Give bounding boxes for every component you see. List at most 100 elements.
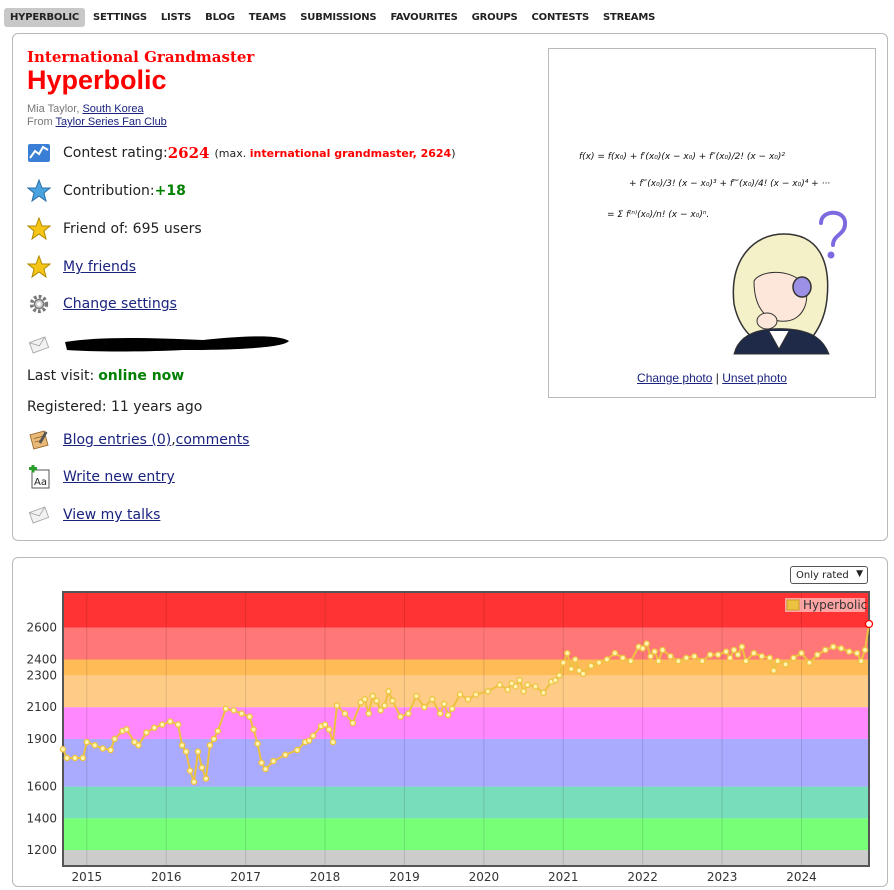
data-point xyxy=(182,748,190,755)
data-point xyxy=(325,726,333,733)
avatar-image: f(x) = f(x₀) + f′(x₀)(x − x₀) + f″(x₀)/2… xyxy=(579,152,847,355)
profile-box: International Grandmaster Hyperbolic Mia… xyxy=(12,33,888,541)
rating-band xyxy=(63,707,869,739)
x-tick-label: 2018 xyxy=(310,870,341,884)
data-point xyxy=(595,659,603,666)
blog-entries-link[interactable]: Blog entries (0) xyxy=(63,432,171,448)
x-tick-label: 2017 xyxy=(230,870,261,884)
user-meta: Mia Taylor, South Korea From Taylor Seri… xyxy=(27,103,167,129)
data-point xyxy=(397,713,404,720)
data-point xyxy=(853,649,861,657)
data-point xyxy=(405,710,412,717)
data-point xyxy=(270,757,277,765)
blog-row: Blog entries (0), comments xyxy=(27,428,249,452)
country-link[interactable]: South Korea xyxy=(82,103,143,115)
data-point xyxy=(135,742,142,749)
data-point xyxy=(254,740,261,747)
nav-item-settings[interactable]: SETTINGS xyxy=(87,8,153,27)
data-point xyxy=(830,643,837,651)
data-point xyxy=(210,735,218,743)
nav-item-teams[interactable]: TEAMS xyxy=(243,8,293,27)
data-point xyxy=(814,651,821,658)
data-point xyxy=(675,657,682,665)
nav-item-submissions[interactable]: SUBMISSIONS xyxy=(294,8,382,27)
data-point xyxy=(71,754,79,762)
nav-item-favourites[interactable]: FAVOURITES xyxy=(384,8,463,27)
data-point xyxy=(282,751,289,759)
nav-item-hyperbolic[interactable]: HYPERBOLIC xyxy=(4,7,86,27)
data-point xyxy=(714,651,722,658)
data-point xyxy=(389,697,396,705)
data-point xyxy=(766,654,773,662)
data-point xyxy=(107,746,114,754)
y-tick-label: 1400 xyxy=(26,811,57,825)
rating-band xyxy=(63,592,869,628)
my-friends-link[interactable]: My friends xyxy=(63,259,136,275)
data-point xyxy=(726,654,734,662)
change-photo-link[interactable]: Change photo xyxy=(637,371,712,385)
nav-item-blog[interactable]: BLOG xyxy=(199,8,241,27)
data-point xyxy=(738,643,746,651)
write-new-entry-link[interactable]: Write new entry xyxy=(63,469,175,485)
data-point xyxy=(262,765,269,773)
data-point xyxy=(639,645,646,652)
data-point xyxy=(556,672,563,679)
data-point xyxy=(413,692,420,700)
nav-item-groups[interactable]: GROUPS xyxy=(466,8,524,27)
registered-row: Registered: 11 years ago xyxy=(27,399,202,415)
data-point xyxy=(421,703,428,711)
data-point xyxy=(377,707,384,714)
data-point xyxy=(373,697,380,705)
data-point xyxy=(837,645,845,652)
data-point xyxy=(198,764,206,771)
data-point xyxy=(659,646,666,654)
y-tick-label: 1900 xyxy=(26,732,57,746)
nav-item-streams[interactable]: STREAMS xyxy=(597,8,661,27)
data-point xyxy=(440,700,448,708)
data-point xyxy=(655,657,662,665)
data-point xyxy=(246,713,253,720)
real-name: Mia Taylor, xyxy=(27,103,83,115)
data-point xyxy=(429,695,436,703)
data-point xyxy=(698,657,706,665)
change-settings-link[interactable]: Change settings xyxy=(63,296,177,312)
legend-swatch xyxy=(786,599,800,611)
unset-photo-link[interactable]: Unset photo xyxy=(722,371,787,385)
nav-item-contests[interactable]: CONTESTS xyxy=(526,8,596,27)
legend-label: Hyperbolic xyxy=(803,598,867,612)
data-point xyxy=(770,667,777,674)
x-tick-label: 2016 xyxy=(151,870,182,884)
avatar-link-separator: | xyxy=(712,371,723,385)
data-point xyxy=(214,727,222,735)
data-point xyxy=(294,746,301,754)
data-point xyxy=(567,665,575,673)
x-tick-label: 2022 xyxy=(627,870,658,884)
avatar-links: Change photo | Unset photo xyxy=(549,371,875,385)
data-point xyxy=(857,657,865,665)
data-point xyxy=(79,754,87,762)
data-point xyxy=(63,754,71,762)
max-rating-value: international grandmaster, 2624 xyxy=(249,146,452,160)
view-talks-link[interactable]: View my talks xyxy=(63,507,160,523)
data-point xyxy=(166,718,174,725)
data-point xyxy=(91,742,99,749)
data-point xyxy=(706,651,714,658)
data-point xyxy=(194,748,202,755)
data-point xyxy=(496,681,503,689)
comments-link[interactable]: comments xyxy=(176,432,250,448)
registered-text: Registered: 11 years ago xyxy=(27,399,203,415)
data-point xyxy=(864,619,874,629)
data-point xyxy=(202,775,210,782)
data-point xyxy=(742,657,750,665)
data-point xyxy=(524,681,531,689)
data-point xyxy=(647,653,654,660)
organization-link[interactable]: Taylor Series Fan Club xyxy=(56,116,167,128)
y-tick-label: 2100 xyxy=(26,700,57,714)
my-friends-row: My friends xyxy=(27,255,136,279)
envelope-icon xyxy=(27,333,51,357)
data-point xyxy=(730,646,738,654)
nav-item-lists[interactable]: LISTS xyxy=(155,8,197,27)
rating-graph-icon xyxy=(27,141,51,165)
x-tick-label: 2020 xyxy=(469,870,500,884)
data-point xyxy=(822,646,829,654)
